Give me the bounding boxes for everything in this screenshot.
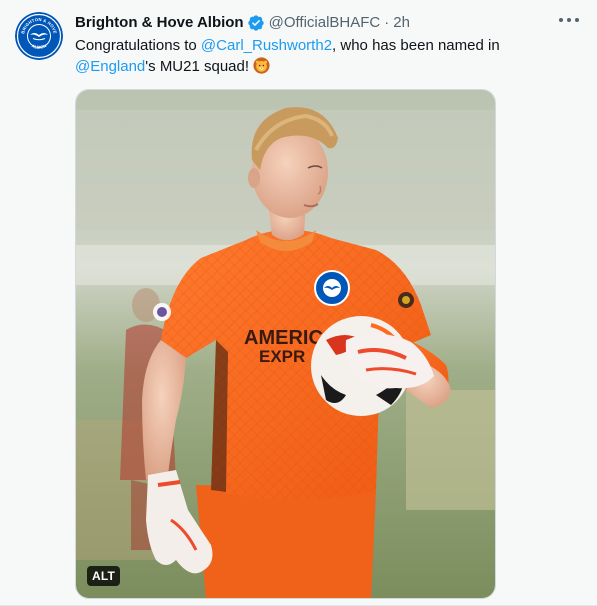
more-options-icon[interactable] [559,10,579,30]
mention-link-england[interactable]: @England [75,58,145,75]
tweet-text-part: 's MU21 squad! [145,58,250,75]
display-name[interactable]: Brighton & Hove Albion [75,13,244,33]
tweet-header: Brighton & Hove Albion @OfficialBHAFC · … [75,12,577,34]
tweet-text-part: Congratulations to [75,37,201,54]
svg-text:AMERIC: AMERIC [244,327,323,349]
mention-link-carl[interactable]: @Carl_Rushworth2 [201,37,332,54]
tweet[interactable]: BRIGHTON & HOVE ALBION Brighton & Hove A… [0,0,597,606]
svg-text:EXPR: EXPR [259,347,305,366]
goalkeeper-photo: AMERIC EXPR [76,90,495,598]
verified-badge-icon [247,15,264,31]
brighton-crest-icon: BRIGHTON & HOVE ALBION [15,12,63,60]
timestamp[interactable]: 2h [393,13,410,33]
lion-face-icon [253,57,270,74]
tweet-text: Congratulations to @Carl_Rushworth2, who… [75,35,577,77]
alt-text-button[interactable]: ALT [87,566,121,586]
tweet-text-part: , who has been named in [332,37,500,54]
avatar[interactable]: BRIGHTON & HOVE ALBION [15,12,63,60]
tweet-photo[interactable]: AMERIC EXPR ALT [75,89,496,599]
separator-dot: · [384,14,390,31]
user-handle[interactable]: @OfficialBHAFC [269,13,381,33]
